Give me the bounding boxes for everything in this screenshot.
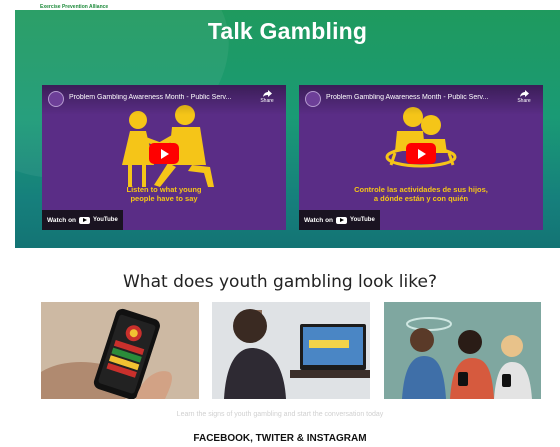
faded-section-text: Learn the signs of youth gambling and st… [176,411,384,418]
youtube-wordmark: YouTube [350,217,375,223]
youtube-play-icon[interactable] [406,143,436,164]
youtube-wordmark: YouTube [93,217,118,223]
watch-on-youtube-button[interactable]: Watch on YouTube [42,210,123,230]
watch-label: Watch on [47,216,77,224]
video-player-english[interactable]: Problem Gambling Awareness Month - Publi… [42,85,286,230]
social-media-heading: FACEBOOK, TWITER & INSTAGRAM [193,433,367,444]
hero-banner: Talk Gambling Problem Gambling Awareness… [15,10,560,248]
share-button[interactable]: Share [515,90,533,104]
caption-line: Listen to what young [126,185,202,194]
video-player-spanish[interactable]: Problem Gambling Awareness Month - Publi… [299,85,543,230]
photo-boy-playing-video-game [212,302,370,399]
caption-line: people have to say [130,194,198,203]
photo-phone-gambling-app [41,302,199,399]
share-label: Share [517,98,531,104]
channel-logo-icon[interactable] [305,91,321,107]
photo-kids-on-phones [384,302,541,399]
watch-on-youtube-button[interactable]: Watch on YouTube [299,210,380,230]
video-caption: Controle las actividades de sus hijos, a… [299,185,543,203]
caption-line: a dónde están y con quién [373,194,469,203]
video-title[interactable]: Problem Gambling Awareness Month - Publi… [69,94,249,101]
kids-illustration [384,302,541,399]
video-caption: Listen to what young people have to say [42,185,286,203]
youtube-logo-icon [336,216,348,224]
share-label: Share [260,98,274,104]
phone-gambling-illustration [41,302,199,399]
youtube-logo-icon [79,216,91,224]
section-heading: What does youth gambling look like? [123,272,437,292]
share-button[interactable]: Share [258,90,276,104]
channel-logo-icon[interactable] [48,91,64,107]
caption-line: Controle las actividades de sus hijos, [354,185,488,194]
page-title: Talk Gambling [207,18,368,44]
share-icon [262,90,272,97]
share-icon [519,90,529,97]
youtube-play-icon[interactable] [149,143,179,164]
video-title[interactable]: Problem Gambling Awareness Month - Publi… [326,94,506,101]
gaming-illustration [212,302,370,399]
watch-label: Watch on [304,216,334,224]
